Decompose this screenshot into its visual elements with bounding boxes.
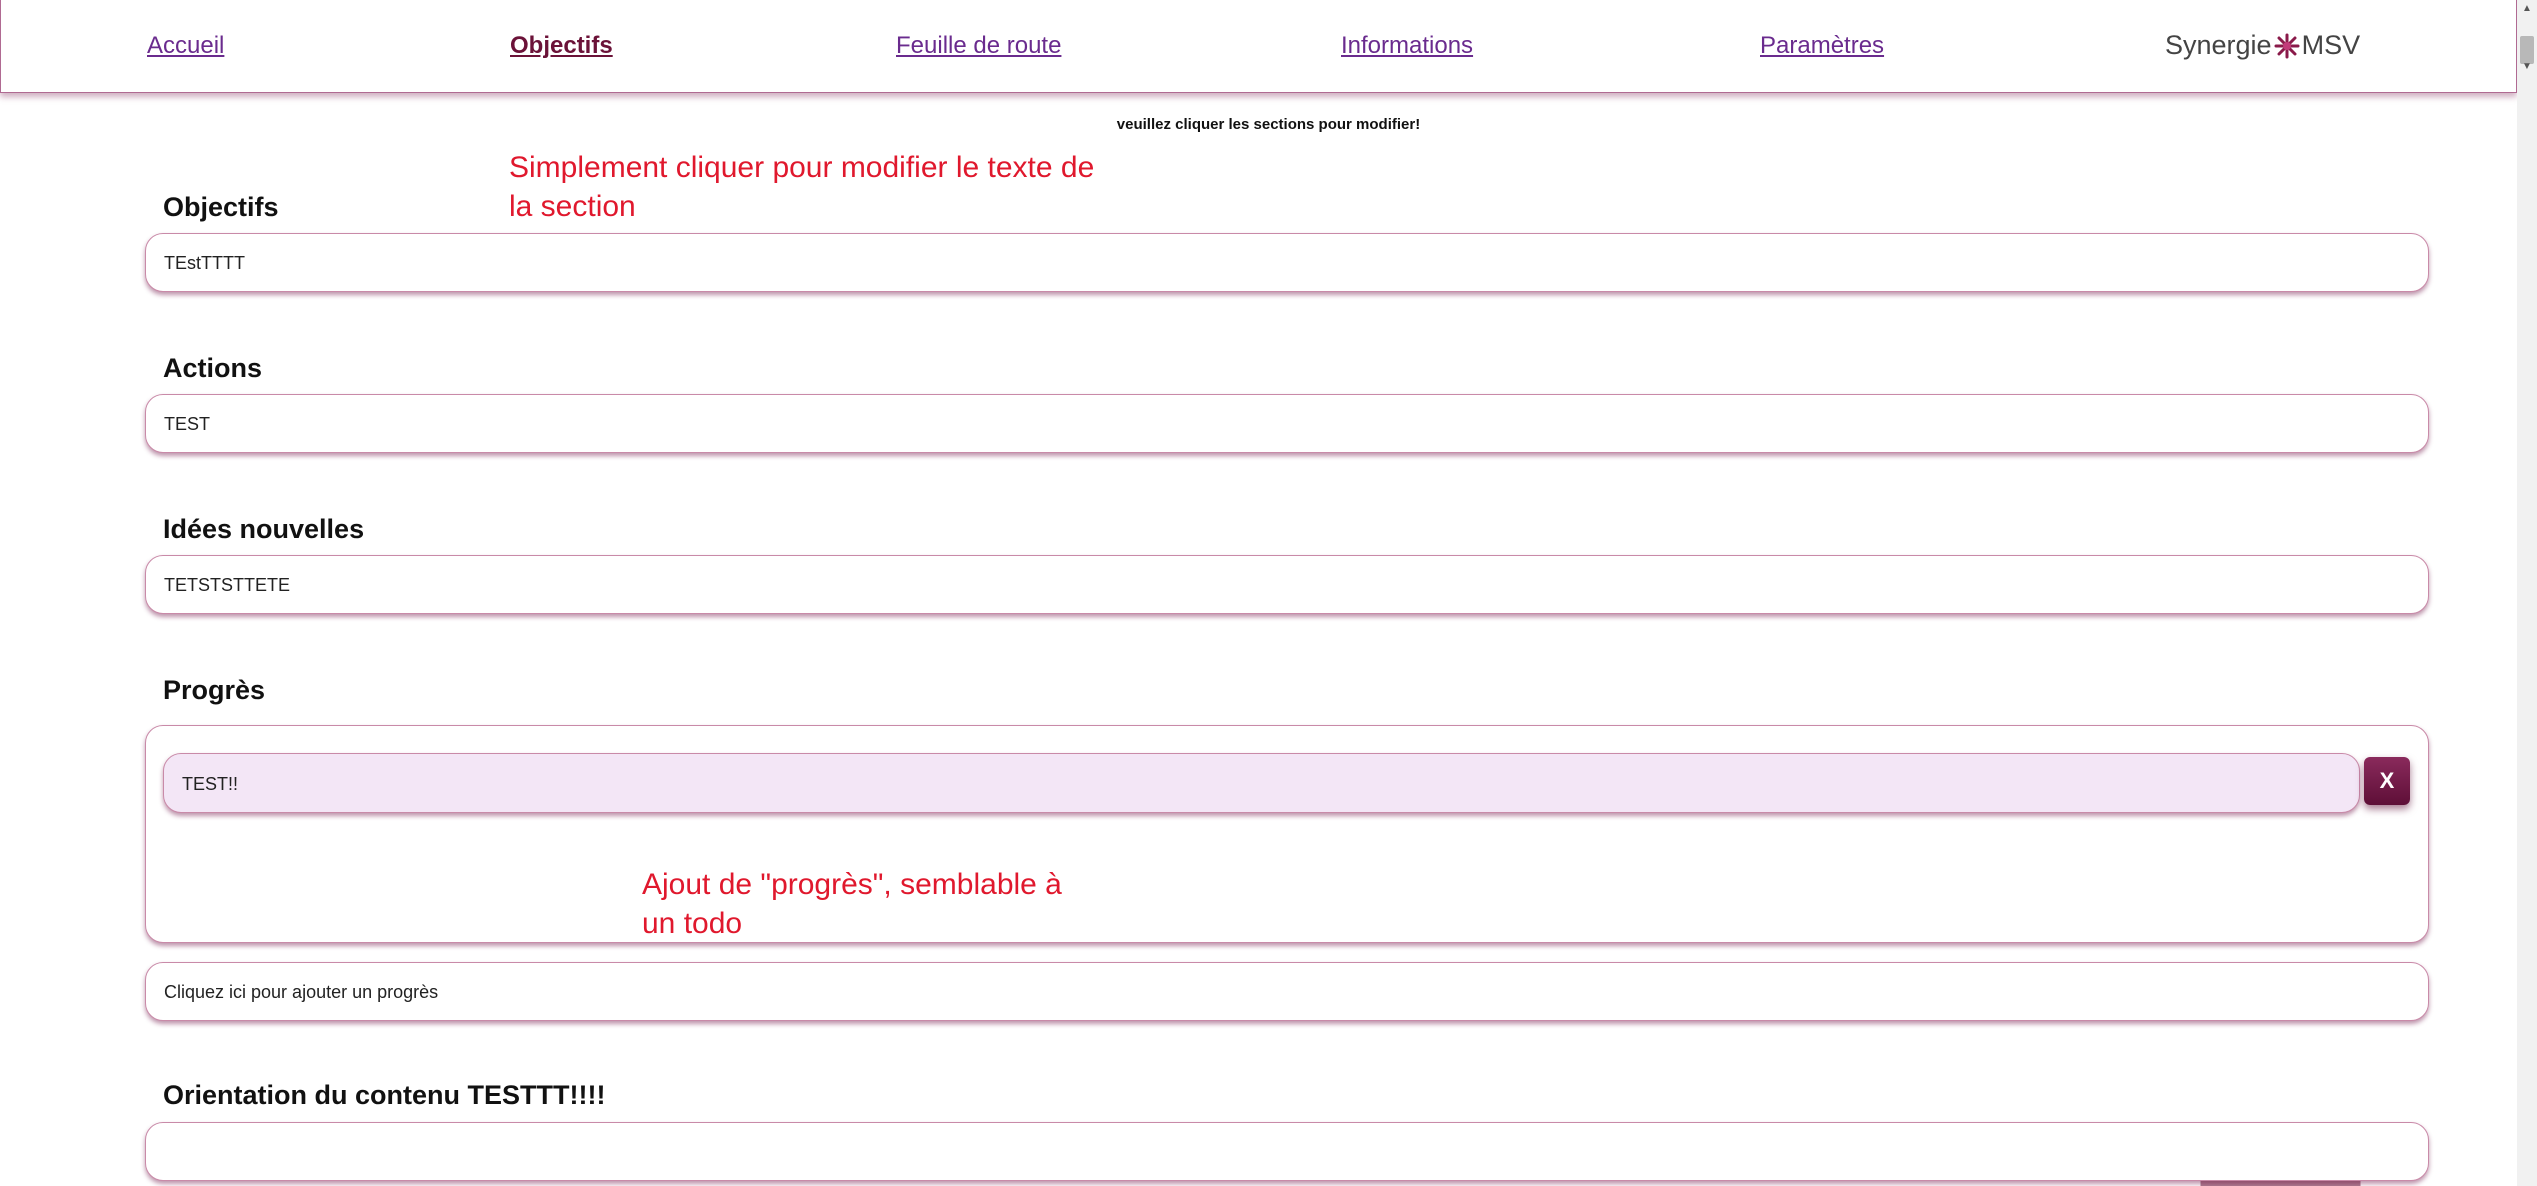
delete-progress-button[interactable]: X [2364,757,2410,805]
progress-list: TEST!! X [145,725,2429,943]
nav-link-accueil[interactable]: Accueil [147,32,224,60]
triangle-down-icon[interactable]: ▼ [2517,58,2537,76]
add-progress-input[interactable]: Cliquez ici pour ajouter un progrès [145,962,2429,1021]
brand-name-right: MSV [2301,30,2361,60]
section-title-orientation: Orientation du contenu TESTTT!!!! [163,1080,606,1110]
synergie-star-icon [2274,33,2300,59]
nav-link-informations[interactable]: Informations [1341,32,1473,60]
annotation-progress-line2: un todo [642,907,743,940]
section-title-idees-nouvelles: Idées nouvelles [163,514,365,544]
brand-name-left: Synergie [2165,30,2272,60]
actions-field[interactable]: TEST [145,394,2429,453]
nav-link-feuille-de-route[interactable]: Feuille de route [896,32,1061,60]
nav-link-parametres[interactable]: Paramètres [1760,32,1884,60]
top-navbar: Accueil Objectifs Feuille de route Infor… [0,0,2517,93]
progress-item-text: TEST!! [182,774,239,794]
section-title-progres: Progrès [163,675,266,705]
orientation-field[interactable] [145,1122,2429,1181]
edit-hint: veuillez cliquer les sections pour modif… [1116,116,1421,133]
objectifs-value: TEstTTTT [164,253,245,273]
section-title-actions: Actions [163,353,263,383]
add-progress-placeholder: Cliquez ici pour ajouter un progrès [164,982,439,1002]
objectifs-field[interactable]: TEstTTTT [145,233,2429,292]
progress-item[interactable]: TEST!! [163,753,2360,813]
nav-link-objectifs[interactable]: Objectifs [510,32,613,60]
brand-logo[interactable]: Synergie MSV [2165,30,2360,61]
below-fold-content [145,1181,2429,1186]
section-title-objectifs: Objectifs [163,192,279,222]
vertical-scrollbar[interactable]: ▲ ▼ [2517,0,2537,1186]
idees-nouvelles-value: TETSTSTTETE [164,575,290,595]
annotation-edit-text: Simplement cliquer pour modifier le text… [509,148,1094,226]
idees-nouvelles-field[interactable]: TETSTSTTETE [145,555,2429,614]
annotation-progress: Ajout de "progrès", semblable à un todo [642,865,1062,943]
annotation-edit-line2: la section [509,190,636,223]
annotation-edit-line1: Simplement cliquer pour modifier le text… [509,151,1095,184]
page: Accueil Objectifs Feuille de route Infor… [0,0,2537,1186]
triangle-up-icon[interactable]: ▲ [2517,0,2537,18]
actions-value: TEST [164,414,211,434]
annotation-progress-line1: Ajout de "progrès", semblable à [642,868,1062,901]
